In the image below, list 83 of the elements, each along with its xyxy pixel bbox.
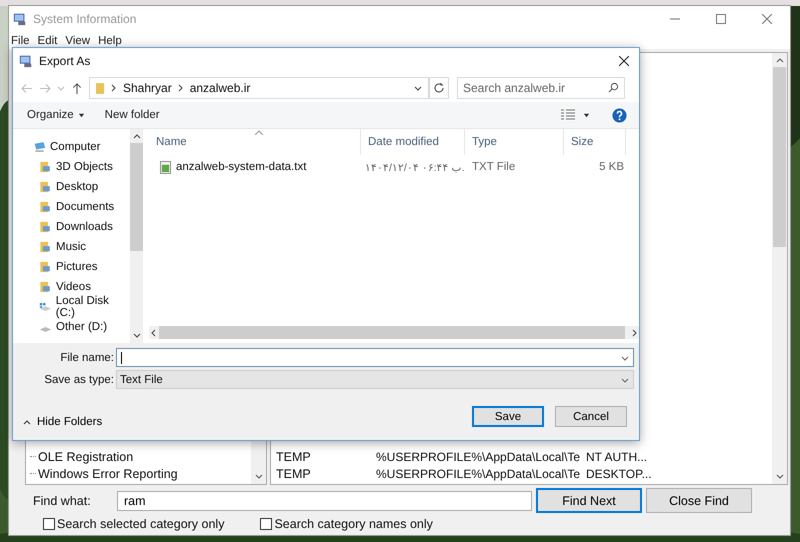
view-list-icon[interactable] [561,109,575,121]
folder-icon [39,161,52,173]
sort-caret-icon [255,130,263,135]
file-date: ۱۴۰۴/۱۲/۰۴ ب ۰۶:۴۴. [364,160,465,174]
file-type: TXT File [471,161,516,173]
table-cell-text: NT AUTH... [585,450,648,464]
chevron-up-icon [23,419,31,425]
search-field[interactable]: Search anzalweb.ir [457,77,625,99]
folder-icon [39,281,52,293]
dialog-title: Export As [39,54,90,68]
toolbar-button[interactable]: Organize [21,109,91,121]
scrollbar-thumb[interactable] [773,67,786,247]
nav-item[interactable]: Desktop [13,177,130,197]
folder-icon [39,261,52,273]
file-name[interactable]: anzalweb-system-data.txt [149,160,361,174]
caret-icon[interactable] [414,84,422,92]
menu-item[interactable]: Edit [38,34,58,46]
table-cell-text: TEMP [275,466,312,480]
folder-icon [39,241,52,253]
column-header[interactable]: Size [564,129,626,155]
text-file-icon [160,160,171,174]
table-cell-text: TEMP [275,450,312,464]
chevron-icon [111,84,117,92]
scrollbar-thumb[interactable] [130,143,143,251]
column-header[interactable]: Name [149,129,361,155]
computer-icon [33,141,46,153]
nav-item[interactable]: Other (D:) [13,317,130,337]
table-cell-text: %USERPROFILE%\AppData\Local\Te [375,450,581,464]
caret-icon [621,354,629,362]
table-cell-text: DESKTOP... [585,466,653,480]
breadcrumb-item[interactable]: Shahryar [123,81,172,95]
field-label: Save as type: [43,374,115,386]
refresh-icon [433,82,445,94]
address-bar[interactable]: Shahryar anzalweb.ir [89,77,429,99]
find-field[interactable]: ram [117,490,532,510]
monitor-icon [13,12,27,26]
find-label: Find what: [33,494,92,508]
column-header[interactable]: Date modified [361,129,465,155]
caret-icon[interactable] [583,112,590,118]
menu-item[interactable]: Help [98,34,122,46]
nav-item[interactable]: Pictures [13,257,130,277]
checkbox[interactable] [43,518,55,530]
breadcrumb-item[interactable]: anzalweb.ir [190,81,250,95]
menu-item[interactable]: View [65,34,90,46]
toolbar-button[interactable]: New folder [98,109,166,121]
column-header[interactable]: Type [465,129,564,155]
nav-item[interactable]: Music [13,237,130,257]
help-icon[interactable] [612,108,627,122]
menu-item[interactable]: File [11,34,30,46]
folder-icon [39,181,52,193]
refresh-button[interactable] [429,77,449,99]
nav-item[interactable]: Downloads [13,217,130,237]
chevron-icon [178,84,184,92]
caret-icon [621,376,629,384]
table-cell-text: %USERPROFILE%\AppData\Local\Te [375,466,581,480]
folder-icon [96,82,105,94]
tree-item[interactable]: OLE Registration [38,450,134,464]
checkbox-label: Search selected category only [57,517,224,531]
dialog-button[interactable]: Save [472,406,544,427]
hide-folders-button[interactable]: Hide Folders [21,416,104,428]
nav-item[interactable]: Documents [13,197,130,217]
nav-item[interactable]: Computer [13,137,130,157]
search-icon [608,82,619,93]
monitor-icon [19,54,33,68]
find-button[interactable]: Close Find [646,488,752,513]
dialog-button[interactable]: Cancel [555,406,627,427]
file-size: 5 KB [598,161,625,173]
scrollbar-thumb[interactable] [159,326,625,339]
checkbox[interactable] [260,518,272,530]
up-arrow-icon[interactable] [71,82,83,94]
window-title: System Information [33,12,136,26]
file-name-field[interactable] [116,348,634,367]
file-type-dropdown[interactable]: Text File [116,370,634,389]
checkbox-label: Search category names only [274,517,433,531]
field-label: File name: [59,352,115,364]
folder-icon [39,221,52,233]
tree-item[interactable]: Windows Error Reporting [38,466,178,480]
nav-item[interactable]: Videos [13,277,130,297]
nav-item[interactable]: 3D Objects [13,157,130,177]
folder-icon [39,201,52,213]
hard-drive-icon [39,301,52,313]
nav-item[interactable]: Local Disk (C:) [13,297,130,317]
find-button[interactable]: Find Next [536,488,642,513]
